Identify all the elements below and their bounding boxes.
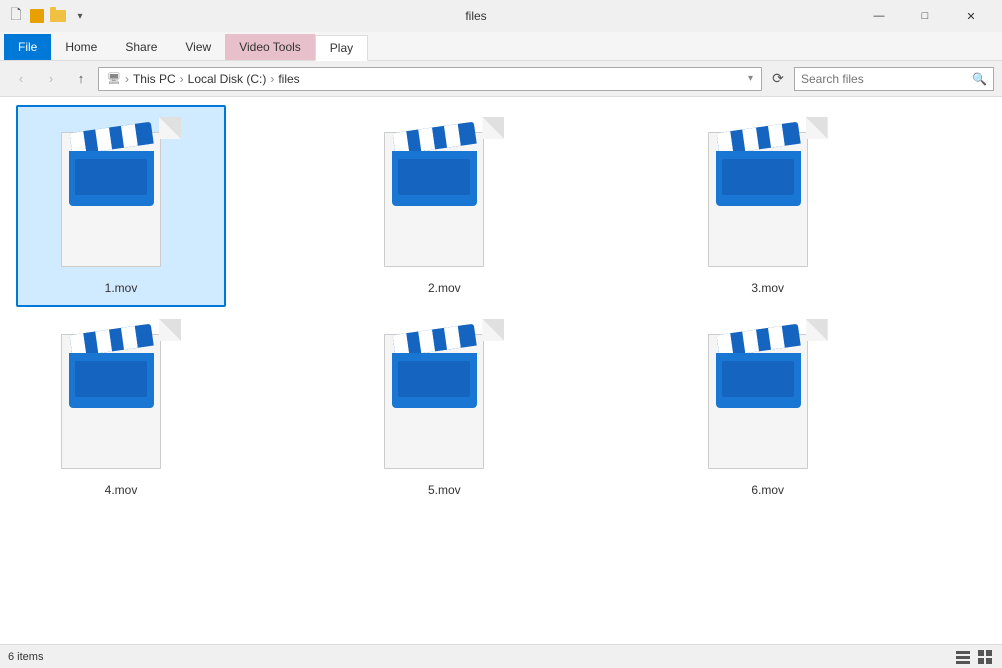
file-label: 1.mov <box>105 281 138 295</box>
window-controls: — □ ✕ <box>856 0 994 32</box>
maximize-button[interactable]: □ <box>902 0 948 32</box>
ribbon: File Home Share View Video Tools Play <box>0 32 1002 61</box>
file-icon-5 <box>374 319 514 479</box>
forward-button[interactable]: › <box>38 66 64 92</box>
address-path[interactable]: 🖥 › This PC › Local Disk (C:) › files ▾ <box>98 67 762 91</box>
file-label: 4.mov <box>105 483 138 497</box>
back-button[interactable]: ‹ <box>8 66 34 92</box>
file-label: 5.mov <box>428 483 461 497</box>
tab-home[interactable]: Home <box>51 34 111 60</box>
list-item[interactable]: 4.mov <box>16 307 226 509</box>
quick-access-icon: ▾ <box>72 8 88 24</box>
path-localdisk[interactable]: Local Disk (C:) <box>188 72 267 86</box>
search-icon: 🔍 <box>972 72 987 86</box>
minimize-button[interactable]: — <box>856 0 902 32</box>
path-separator-2: › <box>180 72 184 86</box>
list-item[interactable]: 1.mov <box>16 105 226 307</box>
details-view-icon[interactable] <box>954 648 972 666</box>
list-item[interactable]: 2.mov <box>339 105 549 307</box>
status-bar: 6 items <box>0 644 1002 668</box>
item-count: 6 items <box>8 651 43 663</box>
view-toggle-icons <box>954 648 994 666</box>
tab-play[interactable]: Play <box>315 35 368 61</box>
tab-file[interactable]: File <box>4 34 51 60</box>
path-home-icon: 🖥 <box>107 72 121 85</box>
file-icon-1 <box>51 117 191 277</box>
tab-video-tools[interactable]: Video Tools <box>225 34 315 60</box>
file-icon-3 <box>698 117 838 277</box>
ribbon-tab-bar: File Home Share View Video Tools Play <box>0 32 1002 60</box>
file-label: 6.mov <box>751 483 784 497</box>
close-button[interactable]: ✕ <box>948 0 994 32</box>
file-area: 1.mov <box>0 97 1002 644</box>
main-area: 1.mov <box>0 97 1002 644</box>
search-input[interactable] <box>801 72 968 86</box>
system-icon-2 <box>30 9 44 23</box>
title-bar: 🗋 ▾ files — □ ✕ <box>0 0 1002 32</box>
list-item[interactable]: 3.mov <box>663 105 873 307</box>
file-icon-2 <box>374 117 514 277</box>
list-item[interactable]: 5.mov <box>339 307 549 509</box>
tab-share[interactable]: Share <box>111 34 171 60</box>
file-icon-4 <box>51 319 191 479</box>
refresh-button[interactable]: ⟳ <box>766 67 790 91</box>
path-dropdown-icon[interactable]: ▾ <box>748 73 753 84</box>
file-label: 3.mov <box>751 281 784 295</box>
large-icon-view-icon[interactable] <box>976 648 994 666</box>
file-grid: 1.mov <box>16 105 986 509</box>
folder-icon <box>50 10 66 22</box>
search-box: 🔍 <box>794 67 994 91</box>
up-button[interactable]: ↑ <box>68 66 94 92</box>
path-separator-1: › <box>125 72 129 86</box>
tab-view[interactable]: View <box>171 34 225 60</box>
path-separator-3: › <box>270 72 274 86</box>
system-icon-1: 🗋 <box>8 8 24 24</box>
path-files[interactable]: files <box>278 72 299 86</box>
window-title: files <box>96 9 856 23</box>
address-bar: ‹ › ↑ 🖥 › This PC › Local Disk (C:) › fi… <box>0 61 1002 97</box>
file-icon-6 <box>698 319 838 479</box>
path-thispc[interactable]: This PC <box>133 72 176 86</box>
title-bar-system-icons: 🗋 ▾ <box>8 8 88 24</box>
file-label: 2.mov <box>428 281 461 295</box>
list-item[interactable]: 6.mov <box>663 307 873 509</box>
